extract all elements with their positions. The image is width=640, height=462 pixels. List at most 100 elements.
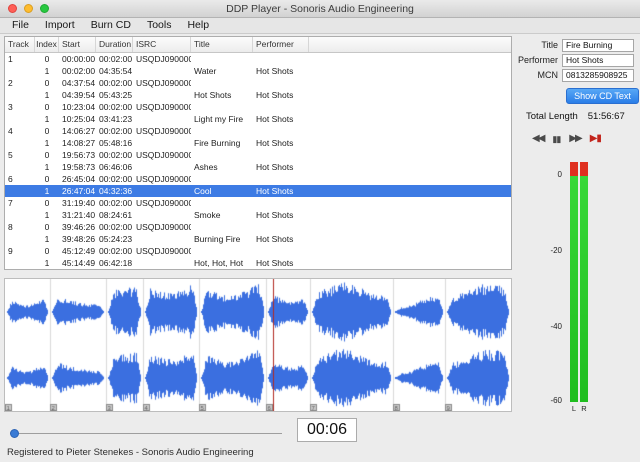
cell-track: 6 [8, 174, 13, 184]
menu-item-file[interactable]: File [4, 18, 37, 33]
cell-filler [309, 185, 511, 197]
cell-performer [253, 221, 309, 233]
cell-isrc [133, 209, 191, 221]
cell-index: 0 [44, 222, 50, 232]
cell-index: 1 [44, 234, 50, 244]
column-header-title[interactable]: Title [191, 37, 253, 52]
meter-bar-right [580, 162, 588, 402]
cell-track: 9 [8, 246, 13, 256]
title-field[interactable]: Fire Burning [562, 38, 634, 52]
cell-title: Cool [194, 186, 212, 196]
cell-start: 14:06:27 [62, 126, 96, 136]
zoom-button[interactable] [40, 4, 49, 13]
cell-duration: 00:02:00 [99, 78, 133, 88]
table-row[interactable]: 1 0 00:00:0000:02:00USQDJ0900001 [5, 53, 511, 65]
meter-bar-left [570, 162, 578, 402]
cell-title: Water [194, 66, 217, 76]
seek-slider-track[interactable] [14, 433, 282, 434]
cell-performer: Hot Shots [256, 162, 294, 172]
cell-start: 19:56:73 [62, 150, 96, 160]
skip-to-end-button[interactable]: ▶▮ [590, 132, 602, 146]
cell-start: 10:25:04 [62, 114, 96, 124]
cell-performer: Hot Shots [256, 234, 294, 244]
total-length-row: Total Length 51:56:67 [526, 111, 640, 122]
table-row[interactable]: 1 31:21:40 08:24:61 Smoke Hot Shots [5, 209, 511, 221]
cell-filler [309, 173, 511, 185]
table-row[interactable]: 2 0 04:37:5400:02:00USQDJ0900002 [5, 77, 511, 89]
waveform-canvas[interactable] [5, 279, 511, 411]
track-table-body: 1000:00:0000:02:00USQDJ0900001100:02:000… [5, 53, 511, 269]
cell-index: 0 [44, 54, 50, 64]
table-row[interactable]: 1 10:25:04 03:41:23 Light my Fire Hot Shots [5, 113, 511, 125]
cell-track: 1 [8, 54, 13, 64]
cell-duration: 06:42:18 [99, 258, 133, 268]
minimize-button[interactable] [24, 4, 33, 13]
pause-button[interactable]: ▮▮ [552, 132, 561, 146]
performer-field[interactable]: Hot Shots [562, 53, 634, 67]
column-header-isrc[interactable]: ISRC [133, 37, 191, 52]
cell-track [5, 209, 35, 221]
cell-performer [253, 197, 309, 209]
column-header-track[interactable]: Track [5, 37, 35, 52]
cell-performer [253, 125, 309, 137]
column-header-performer[interactable]: Performer [253, 37, 309, 52]
cell-isrc [133, 161, 191, 173]
cell-filler [309, 209, 511, 221]
fast-forward-button[interactable]: ▶▶ [569, 132, 582, 146]
cell-index: 1 [44, 90, 50, 100]
column-header-filler [309, 37, 511, 52]
mcn-label: MCN [537, 70, 559, 80]
column-header-index[interactable]: Index [35, 37, 59, 52]
rewind-button[interactable]: ◀◀ [532, 132, 545, 146]
cell-title [191, 149, 253, 161]
table-row[interactable]: 3 0 10:23:0400:02:00USQDJ0900003 [5, 101, 511, 113]
meter-red-segment [570, 162, 578, 176]
mcn-field[interactable]: 0813285908925 [562, 68, 634, 82]
column-header-duration[interactable]: Duration [96, 37, 133, 52]
column-header-start[interactable]: Start [59, 37, 96, 52]
meter-scale-0: 0 [557, 170, 562, 179]
cell-isrc: USQDJ0900003 [136, 102, 191, 112]
cell-track [5, 113, 35, 125]
cell-start: 00:00:00 [62, 54, 96, 64]
cell-start: 00:02:00 [62, 66, 96, 76]
table-row[interactable]: 6 0 26:45:0400:02:00USQDJ0900006 [5, 173, 511, 185]
cell-performer [253, 245, 309, 257]
cell-filler [309, 137, 511, 149]
menu-item-help[interactable]: Help [179, 18, 217, 33]
cell-performer: Hot Shots [256, 114, 294, 124]
menu-item-tools[interactable]: Tools [139, 18, 180, 33]
table-row[interactable]: 9 0 45:12:4900:02:00USQDJ0900009 [5, 245, 511, 257]
table-row[interactable]: 5 0 19:56:7300:02:00USQDJ0900005 [5, 149, 511, 161]
cell-isrc: USQDJ0900001 [136, 54, 191, 64]
table-row[interactable]: 4 0 14:06:2700:02:00USQDJ0900004 [5, 125, 511, 137]
cell-filler [309, 149, 511, 161]
table-row[interactable]: 1 39:48:26 05:24:23 Burning Fire Hot Shots [5, 233, 511, 245]
cell-start: 39:48:26 [62, 234, 96, 244]
cell-duration: 03:41:23 [99, 114, 133, 124]
table-row[interactable]: 7 0 31:19:4000:02:00USQDJ0900007 [5, 197, 511, 209]
menu-item-import[interactable]: Import [37, 18, 83, 33]
close-button[interactable] [8, 4, 17, 13]
meter-channel-left: L [571, 404, 577, 413]
cell-duration: 08:24:61 [99, 210, 133, 220]
menu-item-burn-cd[interactable]: Burn CD [83, 18, 139, 33]
table-row[interactable]: 1 26:47:04 04:32:36 Cool Hot Shots [5, 185, 511, 197]
table-row[interactable]: 1 45:14:49 06:42:18 Hot, Hot, Hot Hot Shots [5, 257, 511, 269]
transport-controls: ◀◀ ▮▮ ▶▶ ▶▮ [532, 132, 640, 146]
cell-performer: Hot Shots [256, 186, 294, 196]
cell-title [191, 125, 253, 137]
cell-track [5, 257, 35, 269]
table-row[interactable]: 8 0 39:46:2600:02:00USQDJ0900008 [5, 221, 511, 233]
table-row[interactable]: 1 04:39:54 05:43:25 Hot Shots Hot Shots [5, 89, 511, 101]
seek-slider-thumb[interactable] [10, 429, 19, 438]
waveform-display[interactable] [4, 278, 512, 412]
show-cd-text-button[interactable]: Show CD Text [566, 88, 639, 104]
table-row[interactable]: 1 19:58:73 06:46:06 Ashes Hot Shots [5, 161, 511, 173]
table-row[interactable]: 1 14:08:27 05:48:16 Fire Burning Hot Shots [5, 137, 511, 149]
cell-start: 04:37:54 [62, 78, 96, 88]
cell-duration: 00:02:00 [99, 246, 133, 256]
table-row[interactable]: 1 00:02:00 04:35:54 Water Hot Shots [5, 65, 511, 77]
cell-isrc [133, 137, 191, 149]
cell-isrc: USQDJ0900006 [136, 174, 191, 184]
